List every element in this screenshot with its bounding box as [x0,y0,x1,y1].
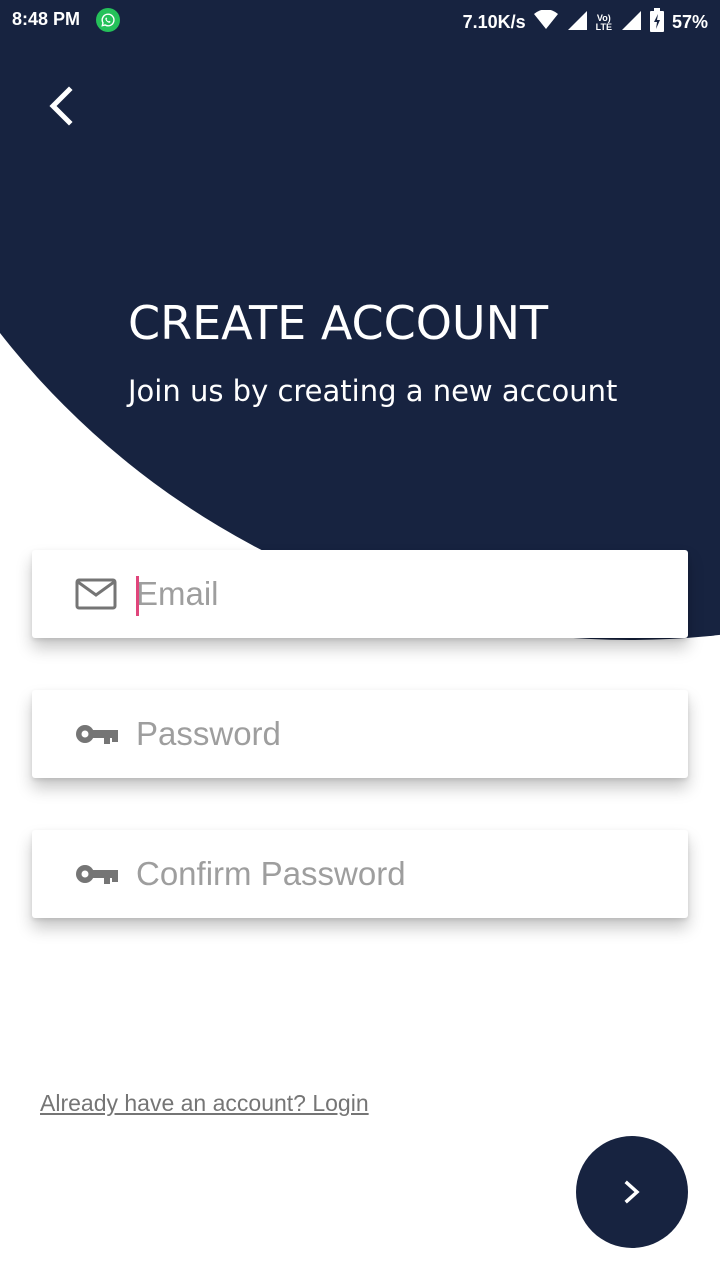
mail-icon [74,576,118,612]
status-bar: 8:48 PM 7.10K/s Vo) LTE 57% [0,0,720,40]
email-field-card [32,550,688,638]
signal-icon [566,9,588,36]
chevron-right-icon [624,1180,640,1204]
wifi-icon [533,9,558,35]
page-subtitle: Join us by creating a new account [128,374,618,408]
status-time: 8:48 PM [12,9,81,29]
signal-2-icon [620,9,642,36]
text-cursor [136,576,139,616]
key-icon [74,716,118,752]
next-button[interactable] [576,1136,688,1248]
chevron-left-icon [49,86,73,126]
page-title: CREATE ACCOUNT [128,296,549,350]
confirm-password-field-card [32,830,688,918]
email-input[interactable] [136,550,656,638]
volte-line-2: LTE [595,21,612,32]
create-account-screen: 8:48 PM 7.10K/s Vo) LTE 57% CREATE ACCOU… [0,0,720,1280]
whatsapp-icon [96,8,120,32]
back-button[interactable] [36,80,84,132]
battery-percent: 57% [671,12,708,32]
key-icon [74,856,118,892]
status-indicators: 7.10K/s Vo) LTE 57% [463,8,708,37]
network-speed: 7.10K/s [462,12,526,32]
password-field-card [32,690,688,778]
volte-indicator: Vo) LTE [595,13,612,32]
confirm-password-input[interactable] [136,830,656,918]
password-input[interactable] [136,690,656,778]
battery-charging-icon [649,8,664,37]
login-link[interactable]: Already have an account? Login [40,1090,369,1117]
